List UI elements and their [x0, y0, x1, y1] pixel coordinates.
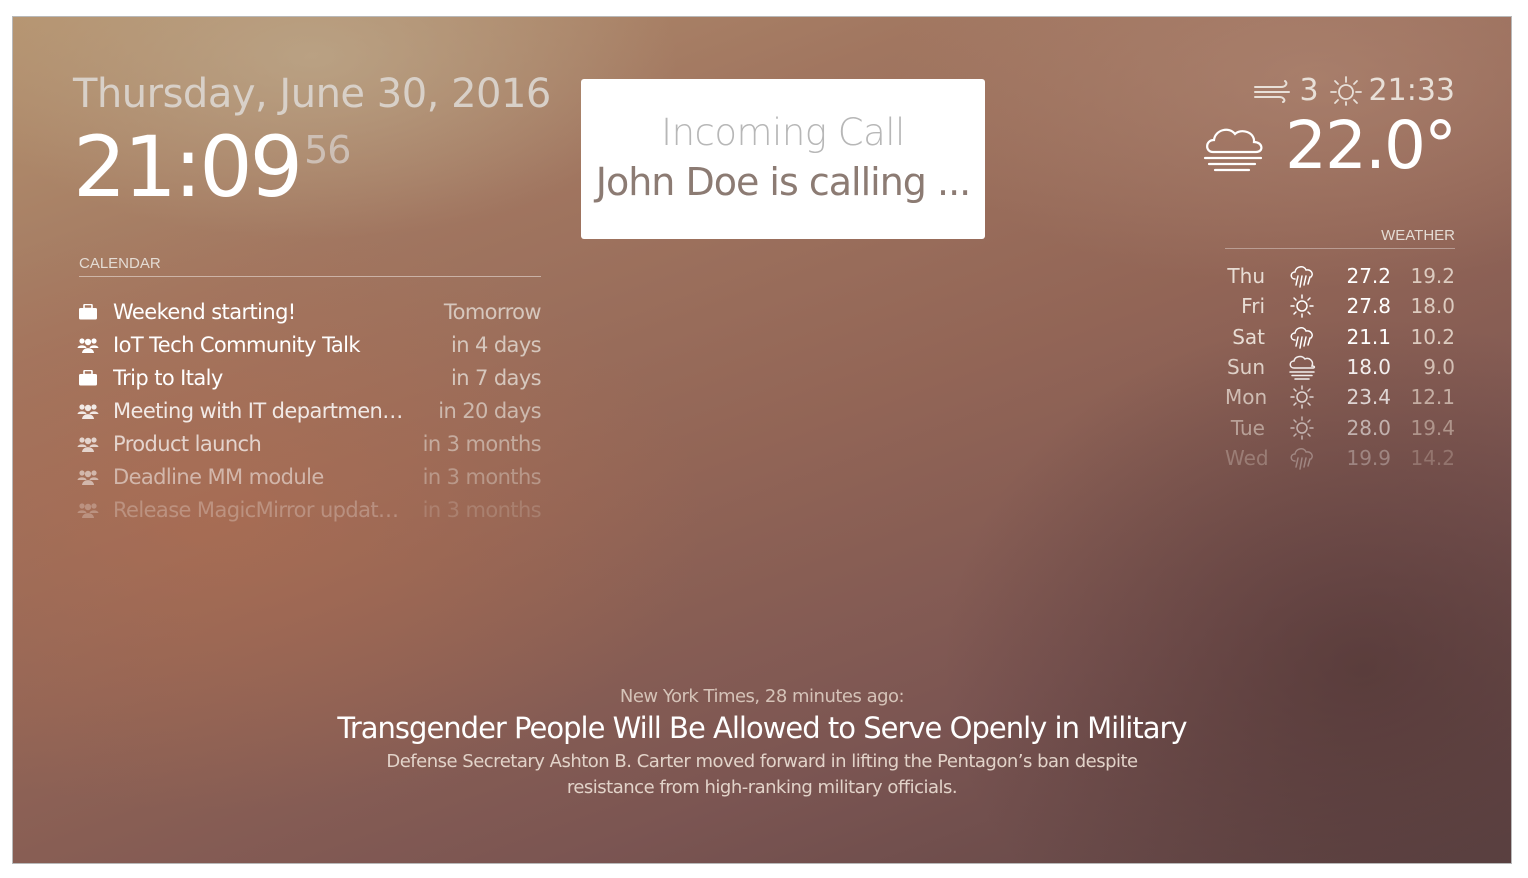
- forecast-day: Tue: [1230, 415, 1265, 440]
- calendar-event-time: in 7 days: [450, 365, 542, 390]
- weather-forecast-table: Thu 27.2 19.2 Fri 27.8 18.0 Sat 21.1 10.…: [1225, 261, 1455, 473]
- calendar-event: Meeting with IT departmen… in 20 days: [77, 394, 542, 427]
- forecast-day: Sun: [1226, 355, 1265, 380]
- forecast-day: Thu: [1227, 264, 1265, 289]
- sun-icon: [1265, 415, 1339, 441]
- forecast-day: Sat: [1232, 324, 1265, 349]
- forecast-min-temp: 12.1: [1410, 385, 1455, 410]
- alert-message: John Doe is calling ...: [595, 160, 971, 204]
- wind-speed: 3: [1299, 73, 1319, 108]
- calendar-event-time: in 3 months: [422, 497, 542, 522]
- calendar-event: IoT Tech Community Talk in 4 days: [77, 328, 542, 361]
- calendar-header: CALENDAR: [79, 255, 541, 277]
- calendar-event: Trip to Italy in 7 days: [77, 361, 542, 394]
- incoming-call-alert: Incoming Call John Doe is calling ...: [581, 79, 985, 239]
- calendar-event-title: Trip to Italy: [113, 365, 223, 390]
- clock-seconds: 56: [304, 128, 351, 172]
- calendar-event: Release MagicMirror updat… in 3 months: [77, 493, 542, 526]
- sunset-time: 21:33: [1368, 73, 1455, 108]
- forecast-max-temp: 18.0: [1346, 355, 1391, 380]
- rain-icon: [1265, 324, 1339, 350]
- forecast-day: Wed: [1225, 445, 1269, 470]
- wind-icon: [1253, 79, 1293, 103]
- group-icon: [77, 403, 99, 419]
- forecast-min-temp: 19.2: [1410, 264, 1455, 289]
- magic-mirror-screen: Thursday, June 30, 2016 21:09 56 CALENDAR…: [12, 16, 1512, 864]
- current-weather-details: 3 21:33: [1253, 73, 1455, 108]
- calendar-event: Deadline MM module in 3 months: [77, 460, 542, 493]
- calendar-event: Product launch in 3 months: [77, 427, 542, 460]
- calendar-event-time: in 4 days: [450, 332, 542, 357]
- rain-icon: [1265, 263, 1339, 289]
- calendar-event-title: Deadline MM module: [113, 464, 324, 489]
- forecast-day: Mon: [1225, 385, 1268, 410]
- briefcase-icon: [77, 369, 99, 386]
- group-icon: [77, 502, 99, 518]
- forecast-max-temp: 27.8: [1346, 294, 1391, 319]
- group-icon: [77, 337, 99, 353]
- clock-date: Thursday, June 30, 2016: [73, 71, 551, 117]
- forecast-max-temp: 27.2: [1346, 264, 1391, 289]
- news-headline: Transgender People Will Be Allowed to Se…: [337, 711, 1187, 745]
- briefcase-icon: [77, 303, 99, 320]
- calendar-event: Weekend starting! Tomorrow: [77, 295, 542, 328]
- weather-header: WEATHER: [1225, 227, 1455, 249]
- news-source: New York Times, 28 minutes ago:: [619, 686, 905, 707]
- fog-cloud-icon: [1199, 118, 1271, 174]
- calendar-event-time: in 3 months: [422, 431, 542, 456]
- forecast-row: Wed 19.9 14.2: [1225, 443, 1455, 473]
- forecast-max-temp: 28.0: [1346, 415, 1391, 440]
- forecast-row: Fri 27.8 18.0: [1225, 291, 1455, 321]
- forecast-max-temp: 23.4: [1346, 385, 1391, 410]
- sun-icon: [1265, 384, 1339, 410]
- forecast-row: Mon 23.4 12.1: [1225, 382, 1455, 412]
- forecast-row: Sun 18.0 9.0: [1225, 352, 1455, 382]
- fog-cloud-icon: [1265, 354, 1339, 380]
- calendar-event-title: Release MagicMirror updat…: [113, 497, 399, 522]
- calendar-event-time: in 20 days: [438, 398, 541, 423]
- group-icon: [77, 469, 99, 485]
- forecast-min-temp: 18.0: [1410, 294, 1455, 319]
- calendar-event-title: Meeting with IT departmen…: [113, 398, 403, 423]
- clock-hours-minutes: 21:09: [73, 118, 303, 216]
- alert-title: Incoming Call: [661, 111, 905, 154]
- forecast-min-temp: 10.2: [1410, 324, 1455, 349]
- forecast-min-temp: 19.4: [1410, 415, 1455, 440]
- calendar-event-title: IoT Tech Community Talk: [113, 332, 360, 357]
- calendar-event-time: in 3 months: [422, 464, 542, 489]
- sunset-icon: [1329, 74, 1363, 108]
- forecast-min-temp: 14.2: [1410, 445, 1455, 470]
- calendar-event-time: Tomorrow: [443, 299, 542, 324]
- current-temperature: 22.0°: [1285, 107, 1457, 184]
- forecast-max-temp: 19.9: [1346, 445, 1391, 470]
- forecast-row: Thu 27.2 19.2: [1225, 261, 1455, 291]
- forecast-row: Sat 21.1 10.2: [1225, 322, 1455, 352]
- calendar-event-title: Product launch: [113, 431, 262, 456]
- rain-icon: [1265, 445, 1339, 471]
- clock-time: 21:09 56: [73, 125, 351, 209]
- news-description: Defense Secretary Ashton B. Carter moved…: [386, 751, 1138, 798]
- forecast-day: Fri: [1241, 294, 1265, 319]
- sun-icon: [1265, 293, 1339, 319]
- forecast-row: Tue 28.0 19.4: [1225, 412, 1455, 442]
- calendar-list: Weekend starting! Tomorrow IoT Tech Comm…: [77, 295, 542, 526]
- group-icon: [77, 436, 99, 452]
- calendar-event-title: Weekend starting!: [113, 299, 296, 324]
- current-weather: 22.0°: [1199, 107, 1457, 184]
- forecast-min-temp: 9.0: [1423, 355, 1455, 380]
- forecast-max-temp: 21.1: [1346, 324, 1391, 349]
